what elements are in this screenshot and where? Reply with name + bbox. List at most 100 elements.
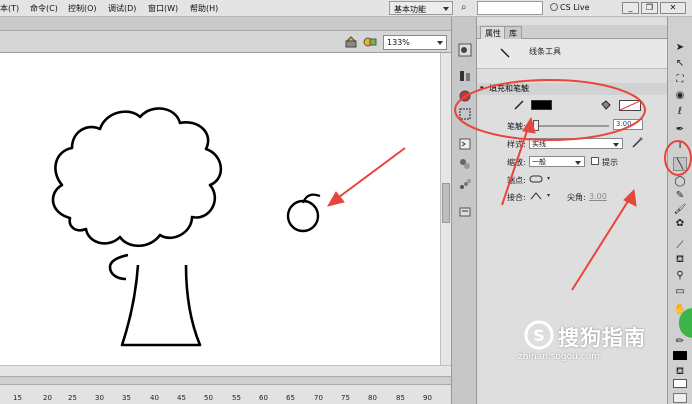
section-fill-stroke-label: 填充和笔触 — [489, 84, 529, 93]
color-panel-icon[interactable] — [458, 89, 472, 103]
panel-icon-strip — [451, 17, 477, 404]
timeline-divider[interactable] — [0, 376, 451, 384]
ruler-tick: 45 — [177, 394, 186, 402]
menu-debug[interactable]: 调试(D) — [108, 3, 136, 14]
stage-tab-bar — [0, 17, 451, 31]
menu-bar: 本(T) 命令(C) 控制(O) 调试(D) 窗口(W) 帮助(H) 基本功能 … — [0, 0, 692, 17]
menu-text[interactable]: 本(T) — [0, 3, 19, 14]
free-transform-tool-icon[interactable]: ⛶ — [673, 73, 687, 87]
ruler-tick: 15 — [13, 394, 22, 402]
edit-stroke-style-icon[interactable] — [631, 137, 643, 149]
tool-name: 线条工具 — [529, 47, 561, 56]
style-value: 实线 — [532, 140, 546, 148]
search-icon[interactable]: ⌕ — [461, 2, 475, 14]
cs-live-icon — [550, 3, 558, 11]
watermark-text: 搜狗指南 — [558, 326, 646, 350]
history-panel-icon[interactable] — [458, 205, 472, 219]
brush-tool-icon[interactable]: 🖌 — [673, 203, 687, 217]
paint-bucket-tool-icon[interactable]: ⛾ — [673, 253, 687, 267]
ruler-tick: 75 — [341, 394, 350, 402]
transform-panel-icon[interactable] — [458, 107, 472, 121]
miter-value[interactable]: 3.00 — [589, 192, 607, 201]
bone-tool-icon[interactable]: ⟋ — [673, 239, 687, 253]
ruler-tick: 90 — [423, 394, 432, 402]
subselection-tool-icon[interactable]: ↖ — [673, 57, 687, 71]
align-panel-icon[interactable] — [458, 69, 472, 83]
text-tool-icon[interactable]: T — [673, 139, 687, 153]
stroke-slider-thumb[interactable] — [533, 120, 539, 131]
stroke-label: 笔触: — [507, 122, 526, 131]
chevron-down-icon — [437, 41, 443, 45]
vertical-scroll-thumb[interactable] — [442, 183, 450, 223]
tool-header: 线条工具 — [477, 39, 667, 69]
menu-window[interactable]: 窗口(W) — [148, 3, 178, 14]
tools-panel: ➤ ↖ ⛶ ◉ ℓ ✒ T ╲ ◯ ✎ 🖌 ✿ ⟋ ⛾ ⚲ ▭ ✋ ✏ ⛾ — [667, 17, 692, 404]
hint-checkbox[interactable] — [591, 157, 599, 165]
3d-rotation-tool-icon[interactable]: ◉ — [673, 89, 687, 103]
motion-presets-icon[interactable] — [458, 177, 472, 191]
cap-label: 端点: — [507, 176, 526, 185]
hint-label: 提示 — [602, 158, 618, 167]
swap-colors-icon[interactable] — [673, 393, 687, 403]
stage-canvas[interactable] — [0, 53, 440, 365]
tree-crown — [51, 107, 223, 248]
scale-label: 缩放: — [507, 158, 526, 167]
ruler-tick: 65 — [286, 394, 295, 402]
miter-label: 尖角: — [567, 193, 586, 202]
ruler-tick: 60 — [259, 394, 268, 402]
cs-live-button[interactable]: CS Live — [550, 1, 620, 15]
stroke-color-tool-icon[interactable]: ✏ — [673, 335, 687, 349]
line-tool-icon[interactable]: ╲ — [673, 157, 687, 171]
ruler-tick: 40 — [150, 394, 159, 402]
selection-tool-icon[interactable]: ➤ — [673, 41, 687, 55]
edit-scene-icon[interactable] — [345, 36, 357, 48]
properties-panel-icon[interactable] — [458, 43, 472, 57]
style-dropdown[interactable]: 实线 — [529, 138, 623, 149]
pen-tool-icon[interactable]: ✒ — [673, 123, 687, 137]
section-fill-stroke[interactable]: ▾ 填充和笔触 — [477, 83, 667, 95]
menu-commands[interactable]: 命令(C) — [30, 3, 58, 14]
tab-properties[interactable]: 属性 — [480, 26, 506, 39]
components-panel-icon[interactable] — [458, 157, 472, 171]
stroke-size-input[interactable]: 3.00 — [613, 119, 643, 130]
cap-style-icon[interactable] — [529, 174, 553, 184]
vertical-scrollbar[interactable] — [440, 53, 451, 365]
fill-color-swatch[interactable] — [619, 100, 641, 111]
menu-help[interactable]: 帮助(H) — [190, 3, 218, 14]
stroke-color-chip[interactable] — [673, 351, 687, 360]
tree-branch — [108, 253, 129, 281]
edit-symbol-icon[interactable] — [363, 36, 377, 48]
fill-color-tool-icon[interactable]: ⛾ — [673, 365, 687, 379]
fill-color-chip[interactable] — [673, 379, 687, 388]
rectangle-tool-icon[interactable]: ◯ — [673, 175, 687, 189]
search-input[interactable] — [477, 1, 543, 15]
svg-text:S: S — [533, 326, 545, 345]
zoom-dropdown[interactable]: 133% — [383, 35, 447, 50]
close-button[interactable]: ✕ — [660, 2, 686, 14]
eyedropper-tool-icon[interactable]: ⚲ — [673, 269, 687, 283]
pencil-tool-icon[interactable]: ✎ — [673, 189, 687, 203]
tree-drawing — [51, 107, 321, 347]
ruler-tick: 25 — [68, 394, 77, 402]
cs-live-label: CS Live — [560, 3, 590, 12]
workspace-dropdown[interactable]: 基本功能 — [389, 1, 453, 15]
join-style-icon[interactable] — [529, 191, 553, 201]
line-tool-icon — [500, 48, 510, 58]
code-snippets-icon[interactable] — [458, 137, 472, 151]
apple-shape — [286, 199, 320, 233]
stroke-color-swatch[interactable] — [531, 100, 552, 110]
minimize-button[interactable]: _ — [622, 2, 639, 14]
horizontal-scrollbar[interactable] — [0, 365, 451, 376]
scale-dropdown[interactable]: 一般 — [529, 156, 585, 167]
style-label: 样式: — [507, 140, 526, 149]
stage-toolbar: 133% — [0, 31, 451, 53]
lasso-tool-icon[interactable]: ℓ — [673, 105, 687, 119]
menu-control[interactable]: 控制(O) — [68, 3, 97, 14]
deco-tool-icon[interactable]: ✿ — [673, 217, 687, 231]
watermark-url: zhinan.sogou.com — [518, 352, 600, 362]
stroke-slider-track[interactable] — [529, 125, 609, 127]
restore-button[interactable]: ❐ — [641, 2, 658, 14]
eraser-tool-icon[interactable]: ▭ — [673, 285, 687, 299]
sogou-logo-icon: S — [524, 320, 554, 350]
tab-library[interactable]: 库 — [504, 26, 522, 39]
